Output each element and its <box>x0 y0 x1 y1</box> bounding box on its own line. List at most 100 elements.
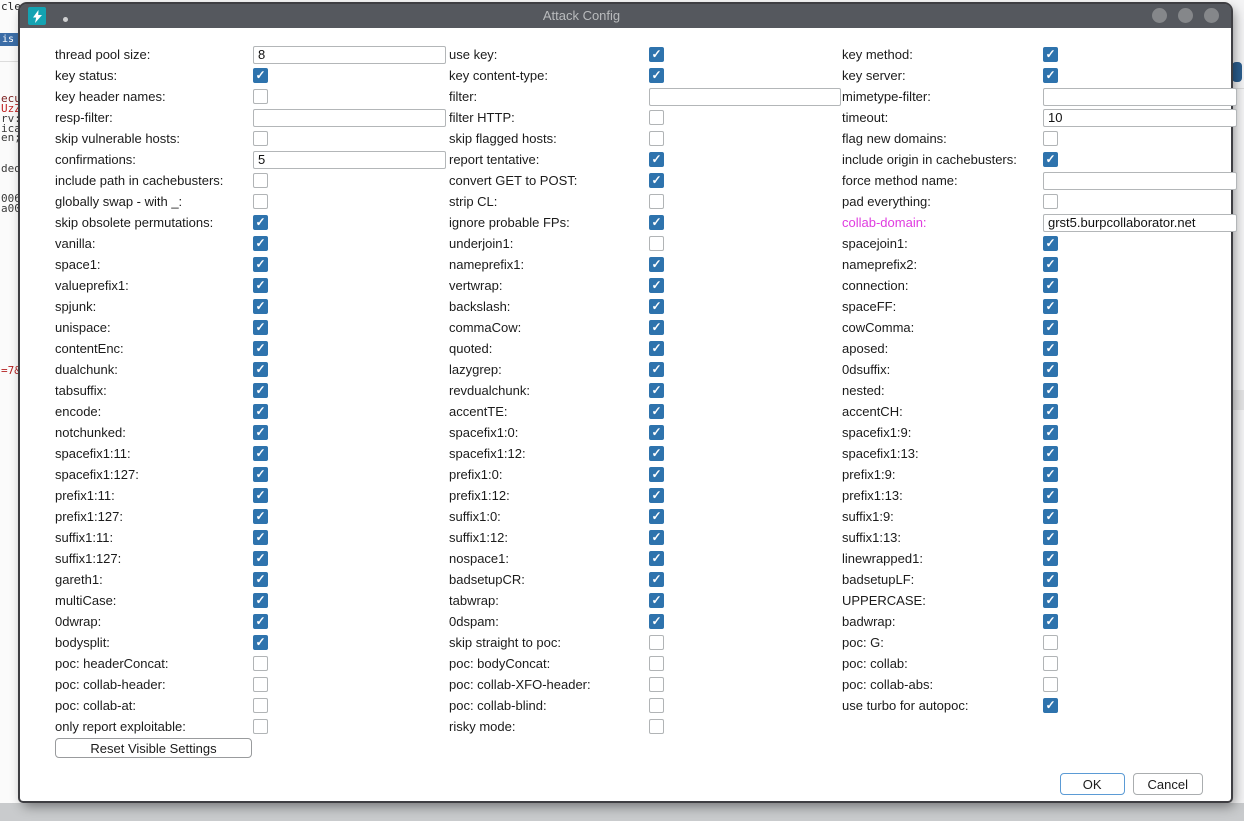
spaceff-checkbox[interactable]: ✓ <box>1043 299 1058 314</box>
key-method-checkbox[interactable]: ✓ <box>1043 47 1058 62</box>
suffix1-12-checkbox[interactable]: ✓ <box>649 530 664 545</box>
aposed-checkbox[interactable]: ✓ <box>1043 341 1058 356</box>
backslash-checkbox[interactable]: ✓ <box>649 299 664 314</box>
spacefix1-11-checkbox[interactable]: ✓ <box>253 446 268 461</box>
accentch-checkbox[interactable]: ✓ <box>1043 404 1058 419</box>
prefix1-12-checkbox[interactable]: ✓ <box>649 488 664 503</box>
0dspam-checkbox[interactable]: ✓ <box>649 614 664 629</box>
tabwrap-checkbox[interactable]: ✓ <box>649 593 664 608</box>
poc-collab-checkbox[interactable] <box>1043 656 1058 671</box>
nameprefix1-checkbox[interactable]: ✓ <box>649 257 664 272</box>
prefix1-11-checkbox[interactable]: ✓ <box>253 488 268 503</box>
poc-g-checkbox[interactable] <box>1043 635 1058 650</box>
mimetype-filter-input[interactable] <box>1043 88 1237 106</box>
force-method-name-input[interactable] <box>1043 172 1237 190</box>
badwrap-checkbox[interactable]: ✓ <box>1043 614 1058 629</box>
risky-mode-checkbox[interactable] <box>649 719 664 734</box>
0dwrap-checkbox[interactable]: ✓ <box>253 614 268 629</box>
poc-collab-blind-checkbox[interactable] <box>649 698 664 713</box>
pad-everything-checkbox[interactable] <box>1043 194 1058 209</box>
quoted-checkbox[interactable]: ✓ <box>649 341 664 356</box>
suffix1-127-checkbox[interactable]: ✓ <box>253 551 268 566</box>
skip-vulnerable-hosts-checkbox[interactable] <box>253 131 268 146</box>
report-tentative-checkbox[interactable]: ✓ <box>649 152 664 167</box>
accentte-checkbox[interactable]: ✓ <box>649 404 664 419</box>
timeout-input[interactable] <box>1043 109 1237 127</box>
spacefix1-127-checkbox[interactable]: ✓ <box>253 467 268 482</box>
spacefix1-9-checkbox[interactable]: ✓ <box>1043 425 1058 440</box>
poc-collab-abs-checkbox[interactable] <box>1043 677 1058 692</box>
key-server-checkbox[interactable]: ✓ <box>1043 68 1058 83</box>
prefix1-13-checkbox[interactable]: ✓ <box>1043 488 1058 503</box>
spacefix1-0-checkbox[interactable]: ✓ <box>649 425 664 440</box>
spacefix1-12-checkbox[interactable]: ✓ <box>649 446 664 461</box>
globally-swap-with-checkbox[interactable] <box>253 194 268 209</box>
skip-flagged-hosts-checkbox[interactable] <box>649 131 664 146</box>
commacow-checkbox[interactable]: ✓ <box>649 320 664 335</box>
use-turbo-for-autopoc-checkbox[interactable]: ✓ <box>1043 698 1058 713</box>
suffix1-13-checkbox[interactable]: ✓ <box>1043 530 1058 545</box>
nameprefix2-checkbox[interactable]: ✓ <box>1043 257 1058 272</box>
vanilla-checkbox[interactable]: ✓ <box>253 236 268 251</box>
suffix1-9-checkbox[interactable]: ✓ <box>1043 509 1058 524</box>
resp-filter-input[interactable] <box>253 109 446 127</box>
uppercase-checkbox[interactable]: ✓ <box>1043 593 1058 608</box>
space1-checkbox[interactable]: ✓ <box>253 257 268 272</box>
poc-collab-header-checkbox[interactable] <box>253 677 268 692</box>
include-path-in-cachebusters-checkbox[interactable] <box>253 173 268 188</box>
encode-checkbox[interactable]: ✓ <box>253 404 268 419</box>
suffix1-11-checkbox[interactable]: ✓ <box>253 530 268 545</box>
contentenc-checkbox[interactable]: ✓ <box>253 341 268 356</box>
skip-straight-to-poc-checkbox[interactable] <box>649 635 664 650</box>
titlebar[interactable]: Attack Config <box>20 4 1231 28</box>
key-content-type-checkbox[interactable]: ✓ <box>649 68 664 83</box>
thread-pool-size-input[interactable] <box>253 46 446 64</box>
prefix1-9-checkbox[interactable]: ✓ <box>1043 467 1058 482</box>
flag-new-domains-checkbox[interactable] <box>1043 131 1058 146</box>
filter-input[interactable] <box>649 88 841 106</box>
window-button-2[interactable] <box>1178 8 1193 23</box>
window-button-1[interactable] <box>1152 8 1167 23</box>
cowcomma-checkbox[interactable]: ✓ <box>1043 320 1058 335</box>
poc-collab-xfo-header-checkbox[interactable] <box>649 677 664 692</box>
collab-domain-input[interactable] <box>1043 214 1237 232</box>
ignore-probable-fps-checkbox[interactable]: ✓ <box>649 215 664 230</box>
nested-checkbox[interactable]: ✓ <box>1043 383 1058 398</box>
only-report-exploitable-checkbox[interactable] <box>253 719 268 734</box>
connection-checkbox[interactable]: ✓ <box>1043 278 1058 293</box>
gareth1-checkbox[interactable]: ✓ <box>253 572 268 587</box>
poc-bodyconcat-checkbox[interactable] <box>649 656 664 671</box>
spjunk-checkbox[interactable]: ✓ <box>253 299 268 314</box>
notchunked-checkbox[interactable]: ✓ <box>253 425 268 440</box>
include-origin-in-cachebusters-checkbox[interactable]: ✓ <box>1043 152 1058 167</box>
multicase-checkbox[interactable]: ✓ <box>253 593 268 608</box>
key-status-checkbox[interactable]: ✓ <box>253 68 268 83</box>
tabsuffix-checkbox[interactable]: ✓ <box>253 383 268 398</box>
spacefix1-13-checkbox[interactable]: ✓ <box>1043 446 1058 461</box>
spacejoin1-checkbox[interactable]: ✓ <box>1043 236 1058 251</box>
convert-get-to-post-checkbox[interactable]: ✓ <box>649 173 664 188</box>
key-header-names-checkbox[interactable] <box>253 89 268 104</box>
vertwrap-checkbox[interactable]: ✓ <box>649 278 664 293</box>
badsetuplf-checkbox[interactable]: ✓ <box>1043 572 1058 587</box>
linewrapped1-checkbox[interactable]: ✓ <box>1043 551 1058 566</box>
suffix1-0-checkbox[interactable]: ✓ <box>649 509 664 524</box>
0dsuffix-checkbox[interactable]: ✓ <box>1043 362 1058 377</box>
filter-http-checkbox[interactable] <box>649 110 664 125</box>
bodysplit-checkbox[interactable]: ✓ <box>253 635 268 650</box>
ok-button[interactable]: OK <box>1060 773 1125 795</box>
use-key-checkbox[interactable]: ✓ <box>649 47 664 62</box>
prefix1-0-checkbox[interactable]: ✓ <box>649 467 664 482</box>
unispace-checkbox[interactable]: ✓ <box>253 320 268 335</box>
badsetupcr-checkbox[interactable]: ✓ <box>649 572 664 587</box>
dualchunk-checkbox[interactable]: ✓ <box>253 362 268 377</box>
lazygrep-checkbox[interactable]: ✓ <box>649 362 664 377</box>
valueprefix1-checkbox[interactable]: ✓ <box>253 278 268 293</box>
confirmations-input[interactable] <box>253 151 446 169</box>
poc-headerconcat-checkbox[interactable] <box>253 656 268 671</box>
revdualchunk-checkbox[interactable]: ✓ <box>649 383 664 398</box>
strip-cl-checkbox[interactable] <box>649 194 664 209</box>
poc-collab-at-checkbox[interactable] <box>253 698 268 713</box>
window-button-3[interactable] <box>1204 8 1219 23</box>
skip-obsolete-permutations-checkbox[interactable]: ✓ <box>253 215 268 230</box>
